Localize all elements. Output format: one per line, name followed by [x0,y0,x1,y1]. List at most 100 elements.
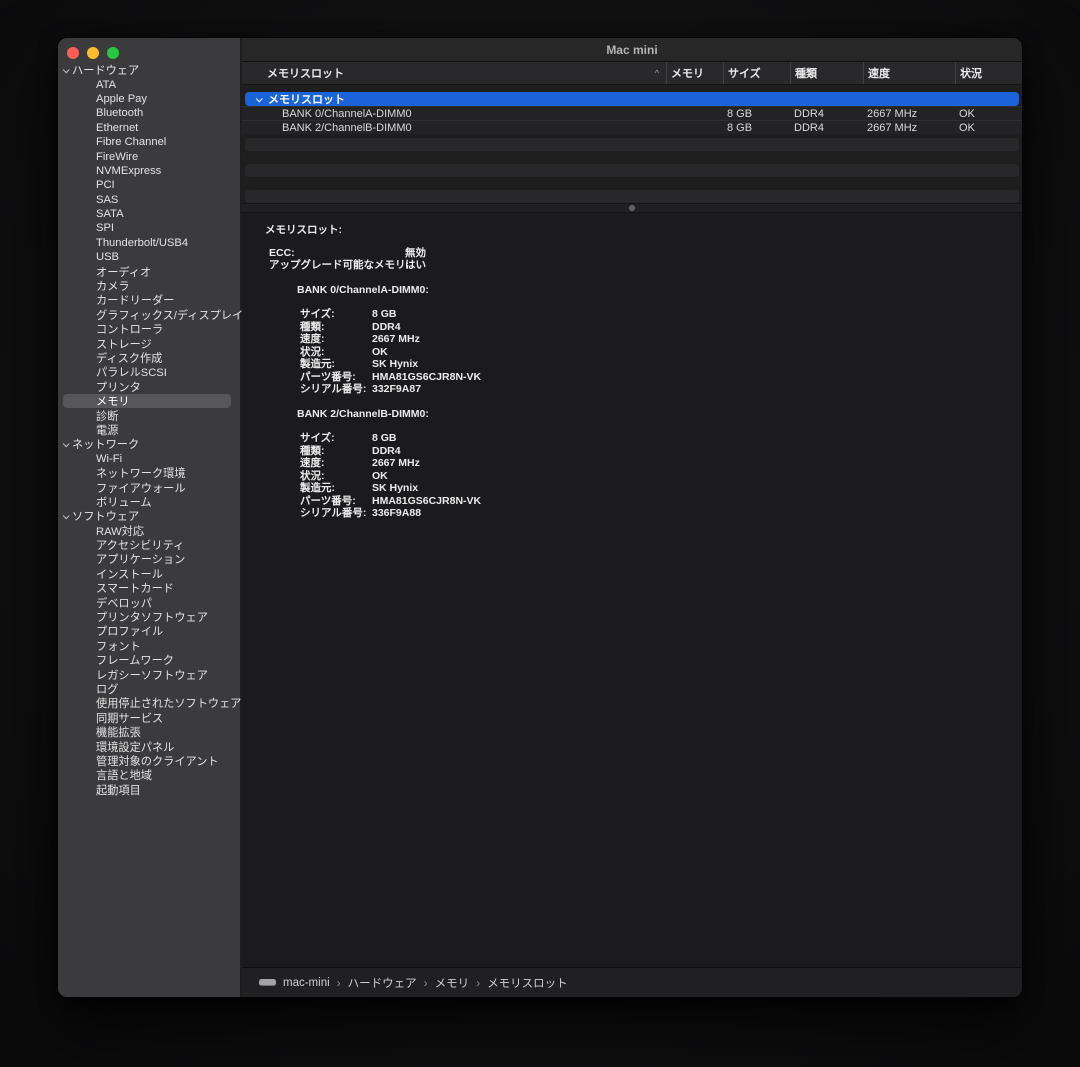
sidebar-item-printer-software[interactable]: プリンタソフトウェア [63,610,231,624]
field-value: DDR4 [372,321,401,334]
breadcrumb-item-hardware[interactable]: ハードウェア [348,975,417,991]
sidebar-item-preference-panes[interactable]: 環境設定パネル [63,739,231,753]
close-button[interactable] [67,47,79,59]
cell-slot: BANK 2/ChannelB-DIMM0 [242,122,666,134]
sidebar-item-storage[interactable]: ストレージ [63,336,231,350]
table-row-memory-slots-selected[interactable]: メモリスロット [245,92,1019,106]
sidebar-item-sync-services[interactable]: 同期サービス [63,711,231,725]
cell-size: 8 GB [723,108,790,120]
sidebar-group-hardware[interactable]: ハードウェア [58,63,240,77]
sidebar-item-bluetooth[interactable]: Bluetooth [63,106,231,120]
sidebar-item-developer[interactable]: デベロッパ [63,595,231,609]
splitter-handle-icon [629,205,635,211]
column-label: 速度 [868,65,890,81]
column-header-status[interactable]: 状況 [955,62,1022,84]
sidebar-item-spi[interactable]: SPI [63,221,231,235]
sidebar-item-parallel-scsi[interactable]: パラレルSCSI [63,365,231,379]
sidebar-item-accessibility[interactable]: アクセシビリティ [63,538,231,552]
sidebar-group-network[interactable]: ネットワーク [58,437,240,451]
sidebar-item-sata[interactable]: SATA [63,207,231,221]
sidebar-item-legacy-software[interactable]: レガシーソフトウェア [63,667,231,681]
field-value: SK Hynix [372,358,418,371]
breadcrumb-item-mac-mini[interactable]: mac-mini [283,977,330,989]
field-label: 状況: [300,470,325,482]
column-header-memory[interactable]: メモリ [666,62,723,84]
field-label: 速度: [300,457,325,469]
field-value: 336F9A88 [372,507,421,520]
detail-field-speed: 速度:2667 MHz [300,333,1012,346]
window-title: Mac mini [606,43,657,57]
breadcrumb-item-memory-slots[interactable]: メモリスロット [487,975,568,991]
sidebar-item-memory[interactable]: メモリ [63,394,231,408]
detail-field-size: サイズ:8 GB [300,308,1012,321]
table-row-bank0[interactable]: BANK 0/ChannelA-DIMM0 8 GB DDR4 2667 MHz… [242,106,1022,120]
sidebar-item-startup-items[interactable]: 起動項目 [63,783,231,797]
column-header-type[interactable]: 種類 [790,62,863,84]
table-row-bank2[interactable]: BANK 2/ChannelB-DIMM0 8 GB DDR4 2667 MHz… [242,120,1022,134]
zoom-button[interactable] [107,47,119,59]
pane-splitter[interactable] [242,203,1022,213]
sidebar-item-profiles[interactable]: プロファイル [63,624,231,638]
sidebar-item-fibre-channel[interactable]: Fibre Channel [63,135,231,149]
sort-ascending-icon: ^ [655,68,666,78]
sidebar-item-thunderbolt-usb4[interactable]: Thunderbolt/USB4 [63,236,231,250]
sidebar-item-applications[interactable]: アプリケーション [63,552,231,566]
sidebar-item-audio[interactable]: オーディオ [63,264,231,278]
sidebar-item-pci[interactable]: PCI [63,178,231,192]
sidebar: ハードウェア ATA Apple Pay Bluetooth Ethernet … [58,38,241,997]
sidebar-item-wifi[interactable]: Wi-Fi [63,452,231,466]
detail-field-status: 状況:OK [300,470,1012,483]
sidebar-item-ethernet[interactable]: Ethernet [63,121,231,135]
field-label: 製造元: [300,358,335,370]
sidebar-item-extensions[interactable]: 機能拡張 [63,725,231,739]
sidebar-item-graphics-displays[interactable]: グラフィックス/ディスプレイ [63,308,231,322]
sidebar-item-diagnostics[interactable]: 診断 [63,408,231,422]
titlebar[interactable]: Mac mini [242,38,1022,62]
sidebar-item-raw-support[interactable]: RAW対応 [63,524,231,538]
sidebar-item-sas[interactable]: SAS [63,193,231,207]
sidebar-item-disabled-software[interactable]: 使用停止されたソフトウェア [63,696,231,710]
sidebar-item-installations[interactable]: インストール [63,567,231,581]
sidebar-item-usb[interactable]: USB [63,250,231,264]
field-value: HMA81GS6CJR8N-VK [372,495,481,508]
bank2-title: BANK 2/ChannelB-DIMM0: [297,408,1012,421]
empty-row [245,151,1019,164]
sidebar-item-language-region[interactable]: 言語と地域 [63,768,231,782]
sidebar-item-nvmexpress[interactable]: NVMExpress [63,164,231,178]
minimize-button[interactable] [87,47,99,59]
column-header-speed[interactable]: 速度 [863,62,955,84]
table-header: メモリスロット ^ メモリ サイズ 種類 速度 状況 [242,62,1022,85]
sidebar-item-camera[interactable]: カメラ [63,279,231,293]
sidebar-item-fonts[interactable]: フォント [63,639,231,653]
sidebar-item-firewall[interactable]: ファイアウォール [63,480,231,494]
breadcrumb-separator: › [424,976,428,990]
breadcrumb-item-memory[interactable]: メモリ [435,975,470,991]
sidebar-item-ata[interactable]: ATA [63,77,231,91]
sidebar-item-power[interactable]: 電源 [63,423,231,437]
sidebar-item-managed-client[interactable]: 管理対象のクライアント [63,754,231,768]
column-header-size[interactable]: サイズ [723,62,790,84]
sidebar-item-volumes[interactable]: ボリューム [63,495,231,509]
bank2-fields: サイズ:8 GB 種類:DDR4 速度:2667 MHz 状況:OK 製造元:S… [300,432,1012,520]
system-information-window: ハードウェア ATA Apple Pay Bluetooth Ethernet … [57,37,1023,998]
sidebar-group-software[interactable]: ソフトウェア [58,509,240,523]
field-label: シリアル番号: [300,507,366,519]
sidebar-item-smart-cards[interactable]: スマートカード [63,581,231,595]
column-header-memory-slot[interactable]: メモリスロット ^ [242,62,666,84]
detail-field-size: サイズ:8 GB [300,432,1012,445]
sidebar-item-controller[interactable]: コントローラ [63,322,231,336]
sidebar-item-frameworks[interactable]: フレームワーク [63,653,231,667]
sidebar-item-disc-burning[interactable]: ディスク作成 [63,351,231,365]
field-label: ECC: [269,247,295,259]
sidebar-item-card-reader[interactable]: カードリーダー [63,293,231,307]
sidebar-item-apple-pay[interactable]: Apple Pay [63,92,231,106]
field-label: アップグレード可能なメモリ: [269,259,409,271]
field-value: OK [372,346,388,359]
sidebar-item-logs[interactable]: ログ [63,682,231,696]
sidebar-item-locations[interactable]: ネットワーク環境 [63,466,231,480]
breadcrumb-separator: › [476,976,480,990]
sidebar-item-printers[interactable]: プリンタ [63,380,231,394]
detail-field-type: 種類:DDR4 [300,321,1012,334]
sidebar-item-firewire[interactable]: FireWire [63,149,231,163]
cell-speed: 2667 MHz [863,122,955,134]
